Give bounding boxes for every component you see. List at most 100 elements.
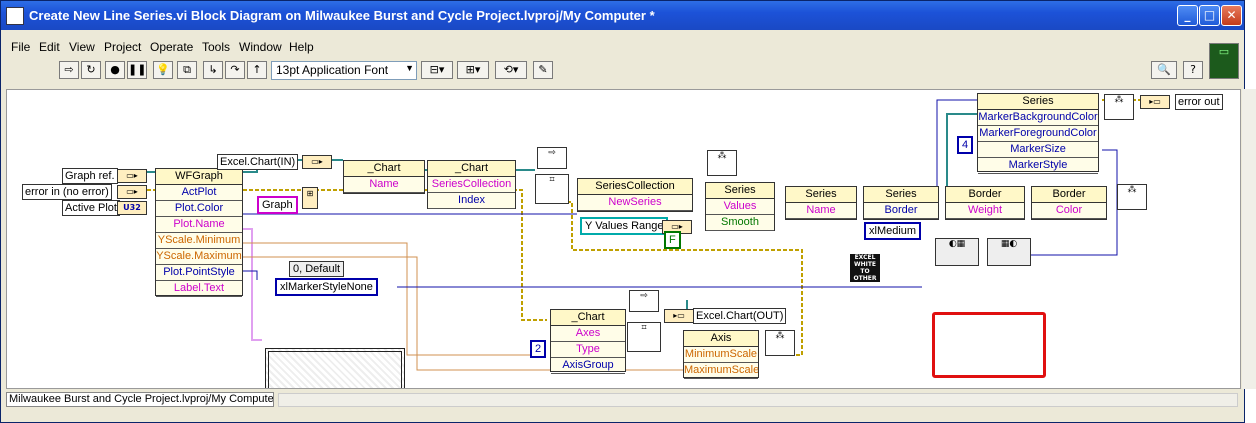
error-in-terminal[interactable]: ▭▸ xyxy=(117,185,147,199)
excel-chart-out-terminal[interactable]: ▸▭ xyxy=(664,309,694,323)
series-border-node[interactable]: Series Border xyxy=(863,186,939,220)
excel-chart-in-label: Excel.Chart(IN) xyxy=(217,154,299,170)
graph-ref-label: Graph ref. xyxy=(62,168,118,184)
case-structure[interactable] xyxy=(265,348,405,388)
block-diagram-canvas[interactable]: Graph ref. ▭▸ error in (no error) ▭▸ Act… xyxy=(6,89,1241,389)
series-top-header: Series xyxy=(978,94,1098,110)
status-bar: Milwaukee Burst and Cycle Project.lvproj… xyxy=(6,391,1241,409)
highlight-execution-icon[interactable]: 💡 xyxy=(153,61,173,79)
variant-convert-icon[interactable]: ⌗ xyxy=(535,174,569,204)
chart-name-property-node[interactable]: _Chart Name xyxy=(343,160,425,194)
false-constant[interactable]: F xyxy=(664,231,681,249)
menu-window[interactable]: Window xyxy=(239,40,282,54)
error-out-terminal[interactable]: ▸▭ xyxy=(1140,95,1170,109)
pause-icon[interactable]: ❚❚ xyxy=(127,61,147,79)
wfgraph-property-node[interactable]: WFGraph ActPlot Plot.Color Plot.Name YSc… xyxy=(155,168,243,297)
chart3-header: _Chart xyxy=(551,310,625,326)
run-arrow-icon[interactable]: ⇨ xyxy=(59,61,79,79)
abort-icon[interactable]: ● xyxy=(105,61,125,79)
to-more-specific-icon-2[interactable]: ⇨ xyxy=(629,290,659,312)
run-continuously-icon[interactable]: ↻ xyxy=(81,61,101,79)
graph-string-constant[interactable]: Graph xyxy=(257,196,298,214)
series2-header: Series xyxy=(786,187,856,203)
excel-white-to-other-subvi[interactable]: EXCEL WHITE TO OTHER xyxy=(850,254,880,282)
chart-axes-node[interactable]: _Chart Axes Type AxisGroup xyxy=(550,309,626,374)
axis-scale-node[interactable]: Axis MinimumScale MaximumScale xyxy=(683,330,759,379)
menu-tools[interactable]: Tools xyxy=(202,40,230,54)
window-title: Create New Line Series.vi Block Diagram … xyxy=(29,8,655,23)
graph-ref-terminal[interactable]: ▭▸ xyxy=(117,169,147,183)
distribute-objects-icon[interactable]: ⊞▾ xyxy=(457,61,489,79)
context-help-icon[interactable]: ? xyxy=(1183,61,1203,79)
color-convert-subvi-1[interactable]: ◐▦ xyxy=(935,238,979,266)
close-reference-icon-2[interactable]: ⁂ xyxy=(1117,184,1147,210)
menu-operate[interactable]: Operate xyxy=(150,40,193,54)
axis-header: Axis xyxy=(684,331,758,347)
prop-border: Border xyxy=(864,203,938,219)
step-over-icon[interactable]: ↷ xyxy=(225,61,245,79)
to-more-specific-icon[interactable]: ⇨ xyxy=(537,147,567,169)
wfgraph-header: WFGraph xyxy=(156,169,242,185)
chart-seriescollection-node[interactable]: _Chart SeriesCollection Index xyxy=(427,160,516,209)
prop-smooth: Smooth xyxy=(706,215,774,231)
prop-marker-size: MarkerSize xyxy=(978,142,1098,158)
maximize-button[interactable]: □ xyxy=(1199,5,1220,26)
menu-edit[interactable]: Edit xyxy=(39,40,60,54)
step-out-icon[interactable]: ↑ xyxy=(247,61,267,79)
prop-maximum-scale: MaximumScale xyxy=(684,363,758,379)
variant-convert-icon-2[interactable]: ⌗ xyxy=(627,322,661,352)
param-axisgroup: AxisGroup xyxy=(551,358,625,374)
align-objects-icon[interactable]: ⊟▾ xyxy=(421,61,453,79)
border-color-node[interactable]: Border Color xyxy=(1031,186,1107,220)
retain-wire-values-icon[interactable]: ⧉ xyxy=(177,61,197,79)
marker-size-constant[interactable]: 4 xyxy=(957,136,974,154)
excel-chart-in-terminal[interactable]: ▭▸ xyxy=(302,155,332,169)
chart2-header: _Chart xyxy=(428,161,515,177)
prop-plot-color: Plot.Color xyxy=(156,201,242,217)
font-select[interactable]: 13pt Application Font ▼ xyxy=(271,61,417,80)
border-weight-node[interactable]: Border Weight xyxy=(945,186,1025,220)
project-path: Milwaukee Burst and Cycle Project.lvproj… xyxy=(6,392,274,407)
menu-view[interactable]: View xyxy=(69,40,95,54)
marker-style-enum[interactable]: xlMarkerStyleNone xyxy=(275,278,378,296)
axis-type-constant[interactable]: 2 xyxy=(530,340,547,358)
series-marker-node[interactable]: Series MarkerBackgroundColor MarkerForeg… xyxy=(977,93,1099,174)
vi-icon[interactable]: ▭ xyxy=(1209,43,1239,79)
menu-help[interactable]: Help xyxy=(289,40,314,54)
minimize-button[interactable]: _ xyxy=(1177,5,1198,26)
horizontal-scrollbar[interactable] xyxy=(278,393,1238,407)
excel-chart-out-label: Excel.Chart(OUT) xyxy=(693,308,787,324)
seriescollection-method-node[interactable]: SeriesCollection NewSeries xyxy=(577,178,693,212)
menu-project[interactable]: Project xyxy=(104,40,141,54)
series-name-node[interactable]: Series Name xyxy=(785,186,857,220)
method-axes: Axes xyxy=(551,326,625,342)
prop-index: Index xyxy=(428,193,515,209)
color-convert-subvi-2[interactable]: ▦◐ xyxy=(987,238,1031,266)
prop-values: Values xyxy=(706,199,774,215)
vertical-scrollbar[interactable] xyxy=(1242,89,1256,389)
xlmedium-constant[interactable]: xlMedium xyxy=(864,222,922,240)
menu-file[interactable]: File xyxy=(11,40,30,54)
title-bar[interactable]: Create New Line Series.vi Block Diagram … xyxy=(1,1,1244,30)
clean-up-diagram-icon[interactable]: ✎ xyxy=(533,61,553,79)
search-icon[interactable]: 🔍 xyxy=(1151,61,1177,79)
close-reference-icon-3[interactable]: ⁂ xyxy=(1104,94,1134,120)
prop-yscale-min: YScale.Minimum xyxy=(156,233,242,249)
y-values-range-constant[interactable]: Y Values Range xyxy=(580,217,669,235)
prop-chart-name: Name xyxy=(344,177,424,193)
prop-series-name: Name xyxy=(786,203,856,219)
prop-seriescollection: SeriesCollection xyxy=(428,177,515,193)
prop-weight: Weight xyxy=(946,203,1024,219)
series-values-node[interactable]: Series Values Smooth xyxy=(705,182,775,231)
error-out-label: error out xyxy=(1175,94,1223,110)
prop-plot-name: Plot.Name xyxy=(156,217,242,233)
u32-terminal[interactable]: U32 xyxy=(117,201,147,215)
close-reference-icon-4[interactable]: ⁂ xyxy=(765,330,795,356)
close-reference-icon-1[interactable]: ⁂ xyxy=(707,150,737,176)
step-into-icon[interactable]: ↳ xyxy=(203,61,223,79)
reorder-icon[interactable]: ⟲▾ xyxy=(495,61,527,79)
case-selector[interactable]: 0, Default xyxy=(289,261,345,277)
active-plot-label: Active Plot xyxy=(62,200,120,216)
close-button[interactable]: ✕ xyxy=(1221,5,1242,26)
concat-function[interactable]: ⊞ xyxy=(302,187,318,209)
